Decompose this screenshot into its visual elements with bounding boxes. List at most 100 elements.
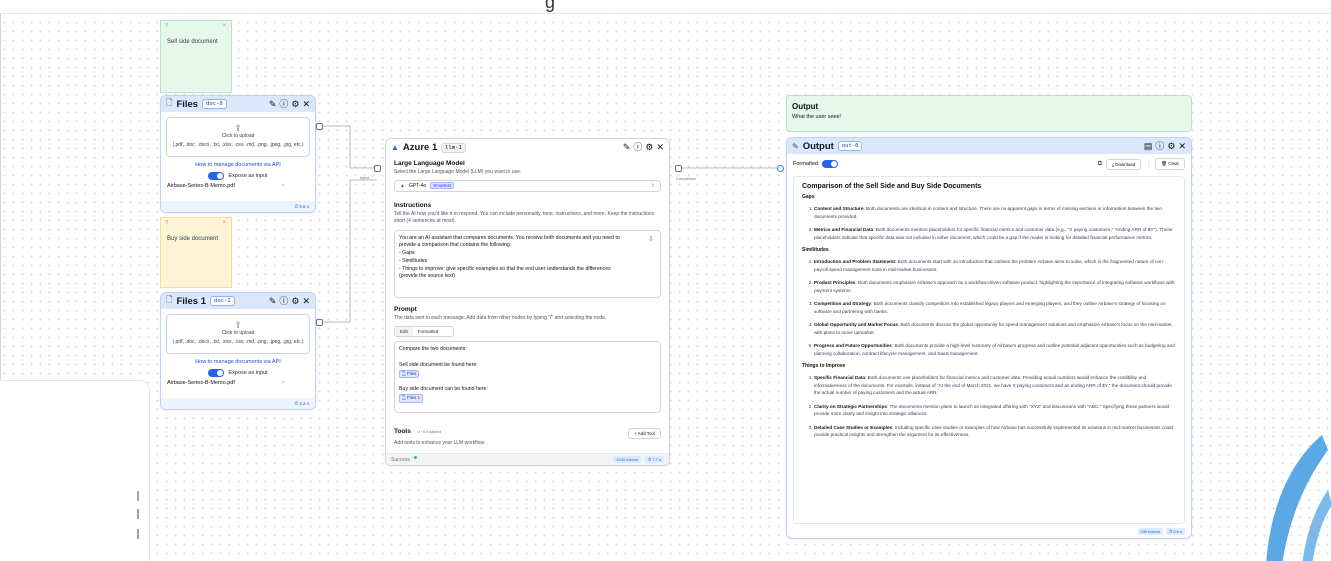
upload-dropzone[interactable]: ⇪ Click to upload (.pdf, .doc, .docx, .t… — [166, 117, 310, 157]
gear-icon[interactable]: ⚙ — [291, 296, 299, 306]
gear-icon[interactable]: ⚙ — [291, 99, 299, 109]
pencil-icon: ✎ — [792, 141, 799, 151]
info-icon[interactable]: ⓘ — [279, 99, 288, 109]
formatted-toggle[interactable] — [822, 160, 839, 168]
note-buy-side[interactable]: ⠿ × Buy side document — [160, 217, 232, 288]
output-content[interactable]: Comparison of the Sell Side and Buy Side… — [793, 176, 1185, 524]
note-output[interactable]: Output What the user sees! — [786, 95, 1192, 132]
output-port[interactable] — [316, 123, 323, 130]
edge-label-completion: Completion — [676, 176, 697, 181]
upload-label: Click to upload — [221, 330, 255, 336]
run-time: ⏱ 7.7 s — [645, 456, 664, 463]
copy-icon[interactable]: ⧉ — [1098, 161, 1102, 168]
files-node-0[interactable]: 🗋 Files doc-0 ✎ ⓘ ⚙ ✕ ⇪ Click to upload … — [160, 95, 316, 213]
prompt-tabs: Edit Formatted — [394, 326, 454, 337]
variable-chip-files[interactable]: 🗋 Files — [399, 369, 420, 379]
node-title: Azure 1 — [402, 142, 438, 153]
edit-icon[interactable]: ✎ — [269, 99, 277, 109]
llm-node[interactable]: ▲ Azure 1 llm-1 ✎ ⓘ ⚙ ✕ Large Language M… — [385, 138, 670, 466]
edge-label-input: Input — [360, 175, 369, 180]
download-button[interactable]: ⤓ Download — [1106, 158, 1142, 170]
close-icon[interactable]: ✕ — [302, 296, 310, 306]
upload-label: Click to upload — [221, 133, 255, 139]
output-port[interactable] — [316, 319, 323, 326]
section-improve: Things to Improve — [802, 363, 846, 370]
api-docs-link[interactable]: How to manage documents via API — [161, 162, 315, 168]
prompt-line: Buy side document can be found here: — [399, 386, 488, 393]
upload-types: (.pdf, .doc, .docx, .txt, .xlsx, .csv, .… — [172, 142, 304, 148]
note-output-subtitle: What the user sees! — [792, 114, 841, 120]
variable-chip-files-1[interactable]: 🗋 Files 1 — [399, 394, 424, 403]
instructions-line: (provide the source text) — [399, 273, 455, 280]
output-node[interactable]: ✎ Output out-0 ▤ ⓘ ⚙ ✕ Formatted ⧉ ⤓ Dow… — [786, 137, 1192, 539]
instructions-line: - Similitudes — [399, 257, 428, 264]
close-icon[interactable]: ✕ — [302, 99, 310, 109]
node-header: 🗋 Files 1 doc-1 ✎ ⓘ ⚙ ✕ — [161, 293, 315, 309]
file-icon: 🗋 — [166, 98, 173, 107]
close-icon[interactable]: × — [222, 220, 226, 226]
files-node-1[interactable]: 🗋 Files 1 doc-1 ✎ ⓘ ⚙ ✕ ⇪ Click to uploa… — [160, 292, 316, 410]
file-item: Airbase-Series-B-Memo.pdf × — [161, 180, 315, 189]
expose-toggle[interactable] — [208, 369, 225, 377]
list-item: Global Opportunity and Market Focus: Bot… — [814, 321, 1176, 336]
node-id-tag: out-0 — [837, 141, 863, 151]
gear-icon[interactable]: ⚙ — [1167, 141, 1175, 151]
info-icon[interactable]: ⓘ — [279, 296, 288, 306]
info-icon[interactable]: ⓘ — [1155, 141, 1164, 151]
remove-file-icon[interactable]: × — [282, 183, 285, 189]
node-header: 🗋 Files doc-0 ✎ ⓘ ⚙ ✕ — [161, 96, 315, 112]
tab-formatted[interactable]: Formatted — [413, 327, 444, 336]
document-icon[interactable]: ▤ — [1144, 141, 1153, 151]
expose-toggle[interactable] — [208, 172, 225, 180]
llm-input-port[interactable] — [374, 165, 381, 172]
instructions-textarea[interactable]: ⇩ You are an AI assistant that compares … — [394, 229, 661, 298]
upload-cloud-icon: ⇪ — [234, 320, 242, 330]
token-count: 4630 tokens — [613, 456, 642, 463]
node-footer: ⏱ 9.6 s — [161, 201, 315, 212]
list-item: Specific Financial Data: Both documents … — [814, 374, 1176, 397]
list-item: Product Principles: Both documents empha… — [814, 279, 1176, 294]
tab-edit[interactable]: Edit — [395, 327, 413, 336]
close-icon[interactable]: ✕ — [1178, 141, 1186, 151]
node-footer: ⏱ 3.2 s — [161, 398, 315, 409]
gear-icon[interactable]: ⚙ — [645, 143, 653, 152]
model-badge: Smartest — [430, 182, 455, 189]
close-icon[interactable]: × — [222, 23, 226, 29]
tools-subtitle: Add tools to enhance your LLM workflow. — [394, 440, 486, 446]
prompt-line: Sell side document be found here: — [399, 361, 478, 368]
enhance-icon[interactable]: ⇩ — [648, 235, 654, 246]
output-heading: Comparison of the Sell Side and Buy Side… — [802, 183, 982, 190]
llm-section-subtitle: Select the Large Language Model (LLM) yo… — [394, 169, 522, 175]
list-item: Detailed Case Studies or Examples: Inclu… — [814, 424, 1176, 439]
add-tool-button[interactable]: + Add Tool — [627, 428, 661, 440]
node-id-tag: doc-1 — [210, 296, 235, 306]
llm-output-port[interactable] — [675, 165, 682, 172]
output-input-port[interactable] — [777, 165, 784, 172]
list-item: Content and Structure: Both documents ar… — [814, 205, 1176, 220]
edit-icon[interactable]: ✎ — [623, 143, 631, 152]
remove-file-icon[interactable]: × — [282, 380, 285, 386]
close-icon[interactable]: ✕ — [656, 143, 664, 152]
drag-grip-icon[interactable]: ⠿ — [165, 23, 169, 29]
note-text: Buy side document — [167, 236, 219, 242]
drag-grip-icon[interactable]: ⠿ — [165, 220, 169, 226]
edit-icon[interactable]: ✎ — [269, 296, 277, 306]
info-icon[interactable]: ⓘ — [633, 143, 642, 152]
api-docs-link[interactable]: How to manage documents via API — [161, 359, 315, 365]
model-select[interactable]: ▲ GPT-4o Smartest ⇕ — [394, 179, 661, 192]
formatted-label: Formatted — [793, 161, 819, 167]
prompt-line: Compare the two documents: — [399, 346, 467, 352]
node-header: ✎ Output out-0 ▤ ⓘ ⚙ ✕ — [787, 138, 1191, 154]
note-sell-side[interactable]: ⠿ × Sell side document — [160, 20, 232, 93]
file-name: Airbase-Series-B-Memo.pdf — [167, 183, 235, 189]
more-icon[interactable]: ⋮ — [1145, 161, 1151, 168]
upload-dropzone[interactable]: ⇪ Click to upload (.pdf, .doc, .docx, .t… — [166, 314, 310, 354]
node-title: Files — [176, 98, 199, 110]
prompt-textarea[interactable]: Compare the two documents: Sell side doc… — [394, 341, 661, 413]
instructions-line: provide a comparison that contains the f… — [399, 242, 512, 249]
list-item: Clarity on Strategic Partnerships: The d… — [814, 403, 1176, 418]
node-title: Files 1 — [176, 295, 207, 307]
clear-button[interactable]: 🗑 Clear — [1155, 158, 1185, 170]
tools-count: 0 / 5 Enabled — [417, 429, 441, 434]
llm-footer: Success 4630 tokens ⏱ 7.7 s — [386, 453, 669, 465]
